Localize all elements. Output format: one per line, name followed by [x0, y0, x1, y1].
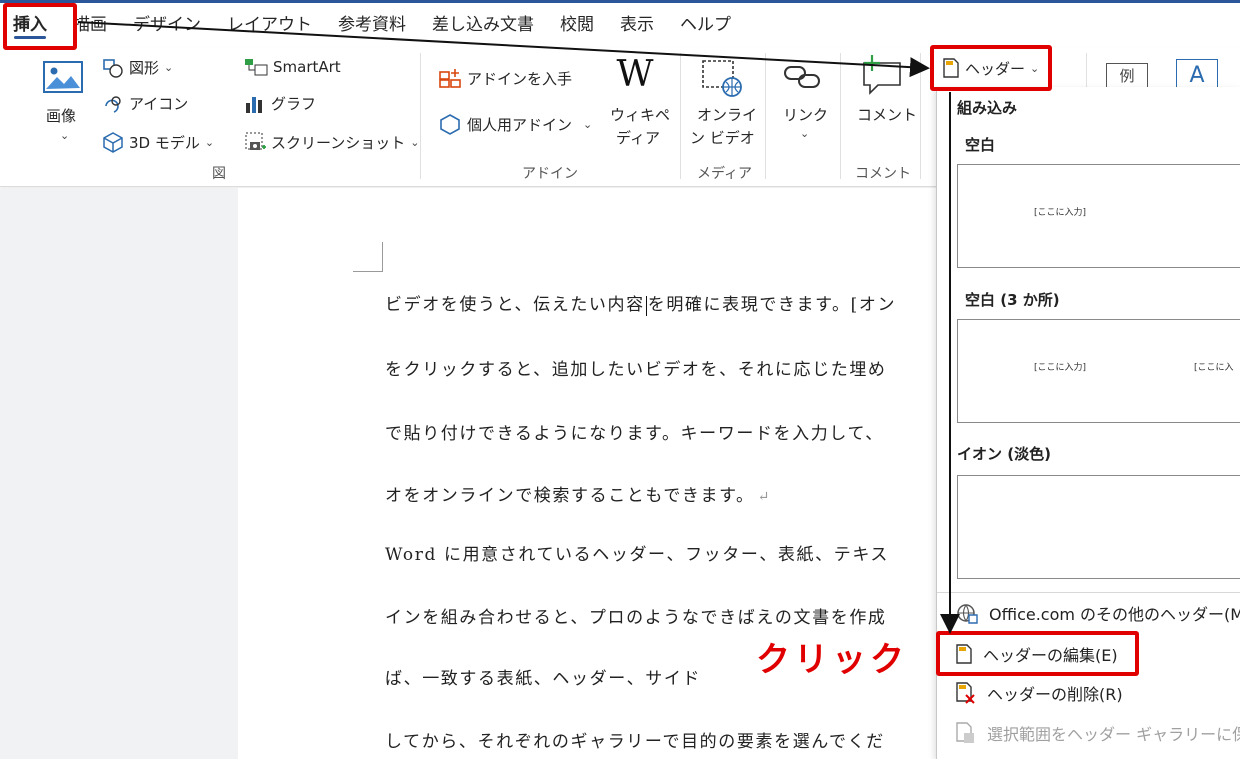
word-window: 挿入 描画 デザイン レイアウト 参考資料 差し込み文書 校閲 表示 ヘルプ 画… [0, 0, 1240, 759]
annotation-arrows [77, 21, 960, 634]
click-annotation-label: クリック [756, 640, 908, 680]
